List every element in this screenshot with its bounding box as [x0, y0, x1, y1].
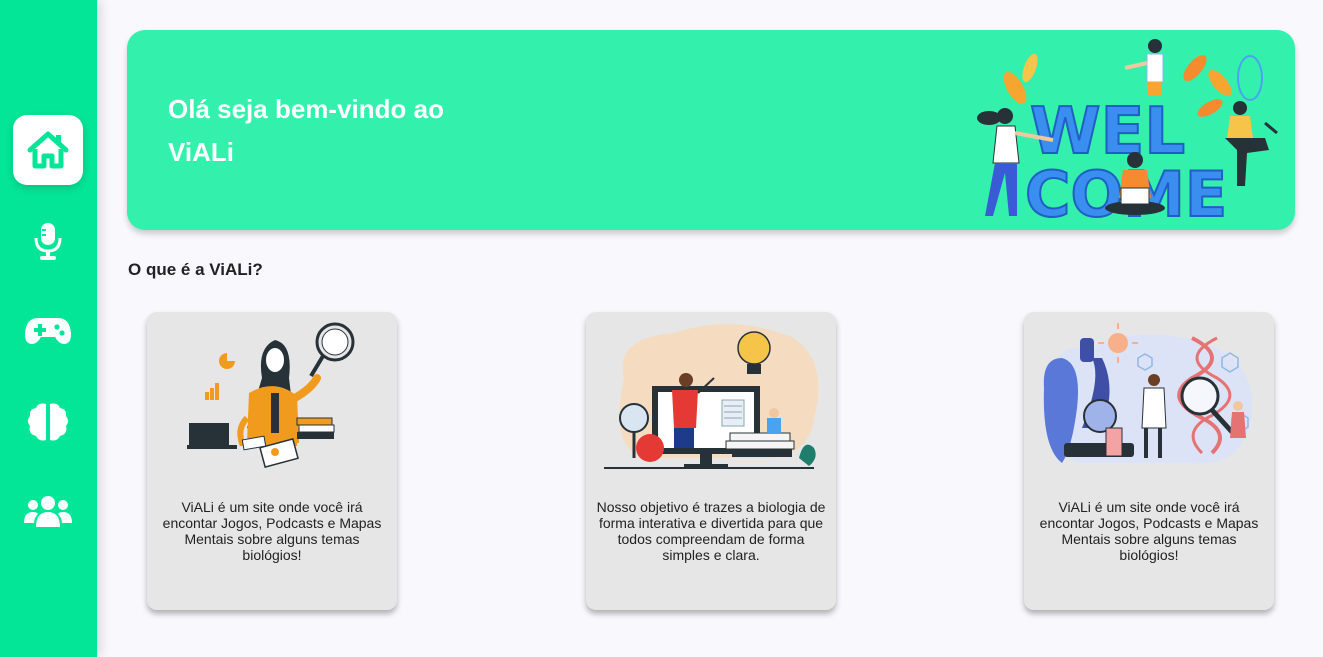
- gamepad-icon: [25, 318, 71, 344]
- teacher-computer-illustration: [604, 324, 819, 469]
- sidebar-item-games[interactable]: [13, 296, 83, 366]
- microphone-icon: [34, 223, 62, 260]
- card-text: ViALi é um site onde você irá encontar J…: [1039, 499, 1259, 563]
- sidebar-item-about[interactable]: [13, 476, 83, 546]
- section-title: O que é a ViALi?: [128, 260, 263, 279]
- sidebar-item-home[interactable]: [13, 115, 83, 185]
- brain-icon: [28, 403, 68, 441]
- sidebar-item-mind-maps[interactable]: [13, 387, 83, 457]
- sidebar-item-podcasts[interactable]: [13, 206, 83, 276]
- welcome-illustration: WEL COME: [977, 39, 1278, 223]
- card-text: ViALi é um site onde você irá encontar J…: [162, 499, 382, 563]
- home-icon: [27, 131, 69, 169]
- woman-magnifier-illustration: [187, 322, 355, 468]
- info-card: ViALi é um site onde você irá encontar J…: [1024, 312, 1274, 610]
- info-card: ViALi é um site onde você irá encontar J…: [147, 312, 397, 610]
- sidebar: [0, 0, 97, 657]
- welcome-banner: Olá seja bem-vindo ao ViALi WEL COME: [127, 30, 1295, 230]
- card-text: Nosso objetivo é trazes a biologia de fo…: [596, 499, 826, 563]
- banner-title: Olá seja bem-vindo ao ViALi: [168, 94, 444, 167]
- info-card: Nosso objetivo é trazes a biologia de fo…: [586, 312, 836, 610]
- users-icon: [24, 496, 72, 527]
- science-lab-illustration: [1043, 323, 1253, 464]
